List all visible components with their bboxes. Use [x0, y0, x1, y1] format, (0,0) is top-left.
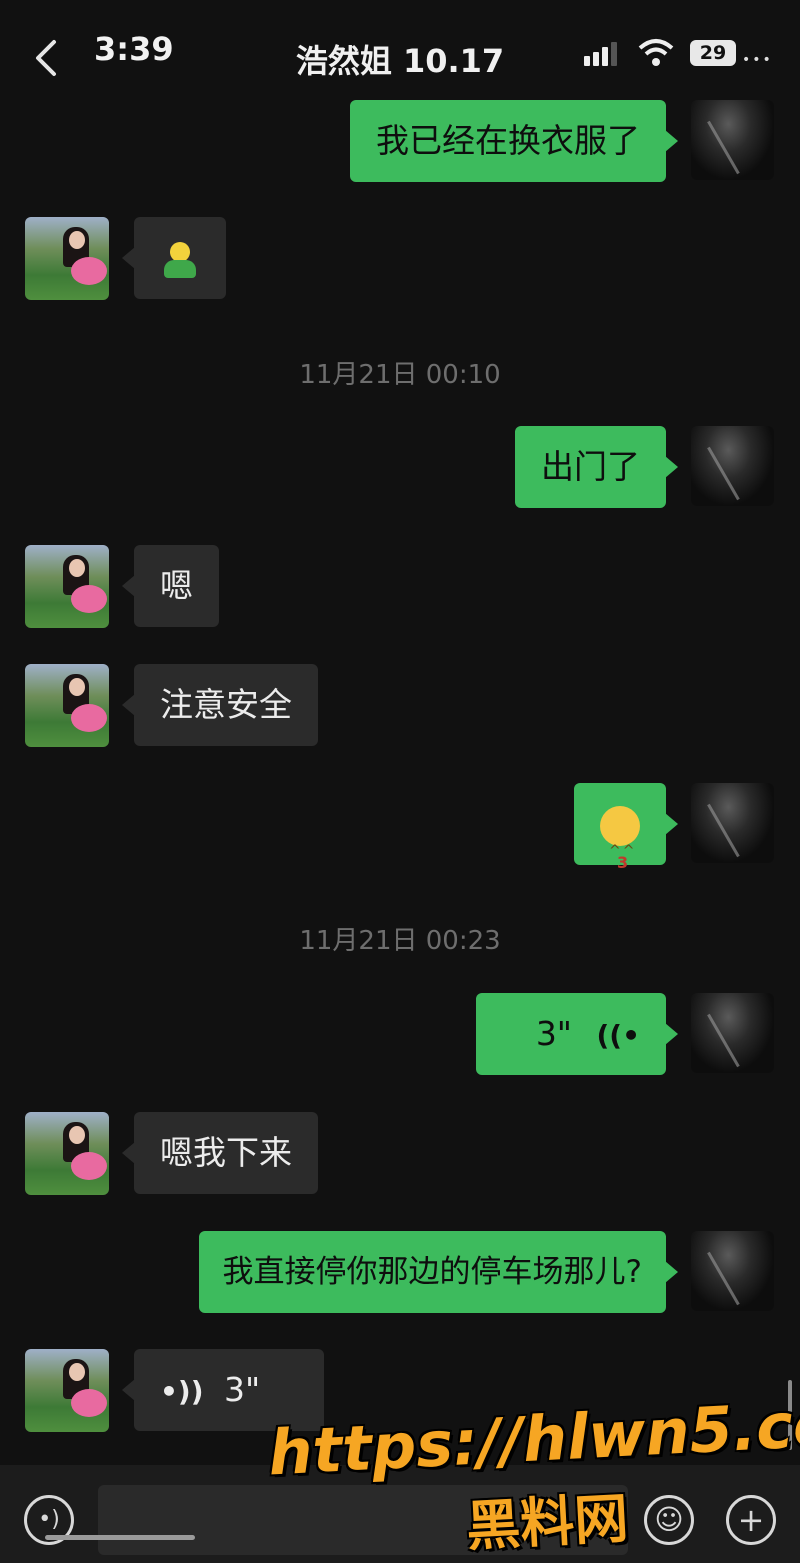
cellular-signal-icon [584, 42, 617, 66]
voice-duration: 3" [224, 1370, 261, 1409]
my-avatar[interactable] [691, 783, 774, 863]
plus-button-icon[interactable]: + [726, 1495, 776, 1545]
my-avatar[interactable] [691, 993, 774, 1073]
chat-title[interactable]: 浩然姐 10.17 [0, 36, 800, 82]
more-dots-icon[interactable]: ••• [742, 52, 773, 68]
my-message-bubble[interactable]: 出门了 [515, 426, 678, 508]
contact-avatar[interactable] [25, 545, 109, 628]
kiss-emoji-icon [600, 805, 640, 904]
their-message-bubble[interactable]: 嗯 [122, 545, 219, 627]
home-indicator[interactable] [45, 1535, 195, 1540]
voice-wave-icon: •)) [160, 1374, 204, 1408]
my-avatar[interactable] [691, 426, 774, 506]
contact-avatar[interactable] [25, 1349, 109, 1432]
my-message-bubble[interactable] [574, 783, 678, 904]
top-bar: 3:39 浩然姐 10.17 29 ••• [0, 0, 800, 100]
my-voice-message[interactable]: 3" ((• [476, 993, 678, 1075]
person-emoji-icon [160, 240, 200, 280]
contact-avatar[interactable] [25, 664, 109, 747]
wifi-icon [638, 39, 674, 66]
timestamp: 11月21日 00:10 [299, 360, 501, 390]
my-message-bubble[interactable]: 我已经在换衣服了 [350, 100, 678, 182]
contact-avatar[interactable] [25, 1112, 109, 1195]
my-avatar[interactable] [691, 1231, 774, 1311]
my-message-bubble[interactable]: 我直接停你那边的停车场那儿? [198, 1231, 679, 1313]
their-message-bubble[interactable]: 注意安全 [122, 664, 318, 746]
emoji-button-icon[interactable]: ☺ [644, 1495, 694, 1545]
voice-duration: 3" [535, 1014, 572, 1053]
voice-wave-icon: ((• [596, 1018, 641, 1052]
their-message-bubble[interactable]: 嗯我下来 [122, 1112, 318, 1194]
watermark-text: 黑料网 [464, 1486, 630, 1559]
their-message-bubble[interactable] [122, 217, 226, 299]
battery-indicator: 29 [690, 40, 736, 66]
contact-avatar[interactable] [25, 217, 109, 300]
timestamp: 11月21日 00:23 [299, 926, 501, 956]
my-avatar[interactable] [691, 100, 774, 180]
